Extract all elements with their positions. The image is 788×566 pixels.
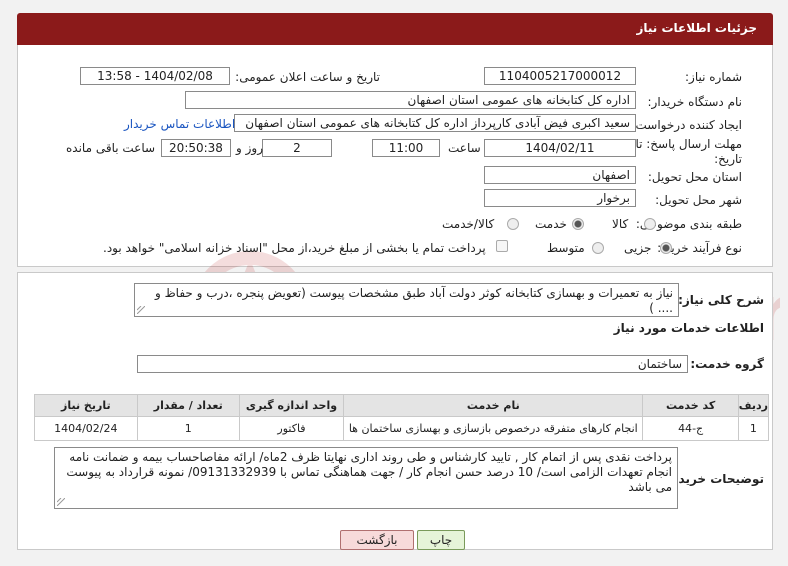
table-row: 1 ج-44 انجام کارهای متفرقه درخصوص بازساز… [34, 416, 770, 441]
cell-service-code: ج-44 [642, 416, 739, 441]
process-radio-minor[interactable] [660, 242, 672, 254]
buyer-org-label: نام دستگاه خریدار: [647, 95, 743, 109]
description-label: شرح کلی نیاز: [678, 293, 764, 307]
announce-datetime-label: تاریخ و ساعت اعلان عمومی: [235, 70, 380, 84]
service-group-field: ساختمان [137, 355, 688, 373]
province-label: استان محل تحویل: [647, 170, 742, 184]
category-radio-goods[interactable] [644, 218, 656, 230]
cell-quantity: 1 [136, 416, 240, 441]
resize-handle-icon[interactable] [57, 498, 65, 506]
deadline-time-label: ساعت [448, 141, 481, 155]
resize-handle-icon[interactable] [137, 306, 145, 314]
remaining-time-field: 20:50:38 [161, 139, 231, 157]
col-need-date: تاریخ نیاز [34, 394, 138, 417]
days-field: 2 [262, 139, 332, 157]
buyer-org-field: اداره کل کتابخانه های عمومی استان اصفهان [185, 91, 636, 109]
deadline-date-label: تاریخ: [714, 152, 742, 166]
services-section-title: اطلاعات خدمات مورد نیاز [613, 321, 764, 335]
page-header: جزئیات اطلاعات نیاز [17, 13, 773, 45]
services-header-row: ردیف کد خدمت نام خدمت واحد اندازه گیری ت… [34, 394, 770, 417]
deadline-date-field: 1404/02/11 [484, 139, 636, 157]
cell-row: 1 [737, 416, 770, 441]
col-row: ردیف [737, 394, 770, 417]
service-group-label: گروه خدمت: [690, 357, 764, 371]
process-option-medium: متوسط [547, 241, 585, 255]
need-number-field: 1104005217000012 [484, 67, 636, 85]
page-title: جزئیات اطلاعات نیاز [636, 21, 757, 35]
description-textarea: نیاز به تعمیرات و بهسازی کتابخانه کوثر د… [134, 283, 679, 317]
process-option-minor: جزیی [624, 241, 652, 255]
deadline-label: مهلت ارسال پاسخ: تا [635, 137, 742, 151]
treasury-checkbox[interactable] [496, 240, 508, 252]
process-radio-medium[interactable] [592, 242, 604, 254]
need-number-label: شماره نیاز: [685, 70, 742, 84]
announce-datetime-field: 1404/02/08 - 13:58 [80, 67, 230, 85]
services-table: ردیف کد خدمت نام خدمت واحد اندازه گیری ت… [34, 394, 770, 441]
print-button[interactable]: چاپ [417, 530, 465, 550]
category-option-goods: کالا [612, 217, 629, 231]
category-radio-goods-service[interactable] [507, 218, 519, 230]
buyer-contact-link[interactable]: اطلاعات تماس خریدار [124, 117, 235, 131]
days-label: روز و [236, 141, 263, 155]
buyer-notes-text: پرداخت نقدی پس از اتمام کار , تایید کارش… [66, 450, 672, 494]
city-label: شهر محل تحویل: [655, 193, 742, 207]
category-option-service: خدمت [535, 217, 567, 231]
requester-label: ایجاد کننده درخواست: [631, 118, 742, 132]
category-option-goods-service: کالا/خدمت [442, 217, 495, 231]
remaining-time-label: ساعت باقی مانده [66, 141, 156, 155]
province-field: اصفهان [484, 166, 636, 184]
cell-need-date: 1404/02/24 [34, 416, 138, 441]
col-unit: واحد اندازه گیری [238, 394, 345, 417]
cell-unit: فاکتور [238, 416, 345, 441]
col-service-name: نام خدمت [343, 394, 644, 417]
cell-service-name: انجام کارهای متفرقه درخصوص بازسازی و بهس… [343, 416, 644, 441]
buyer-notes-textarea: پرداخت نقدی پس از اتمام کار , تایید کارش… [54, 447, 678, 509]
treasury-text: پرداخت تمام یا بخشی از مبلغ خرید،از محل … [103, 241, 486, 255]
back-button[interactable]: بازگشت [340, 530, 414, 550]
requester-field: سعید اکبری فیض آبادی کارپرداز اداره کل ک… [234, 114, 636, 132]
city-field: برخوار [484, 189, 636, 207]
description-text: نیاز به تعمیرات و بهسازی کتابخانه کوثر د… [154, 286, 673, 315]
deadline-time-field: 11:00 [372, 139, 440, 157]
col-service-code: کد خدمت [642, 394, 739, 417]
category-radio-service[interactable] [572, 218, 584, 230]
col-quantity: تعداد / مقدار [136, 394, 240, 417]
